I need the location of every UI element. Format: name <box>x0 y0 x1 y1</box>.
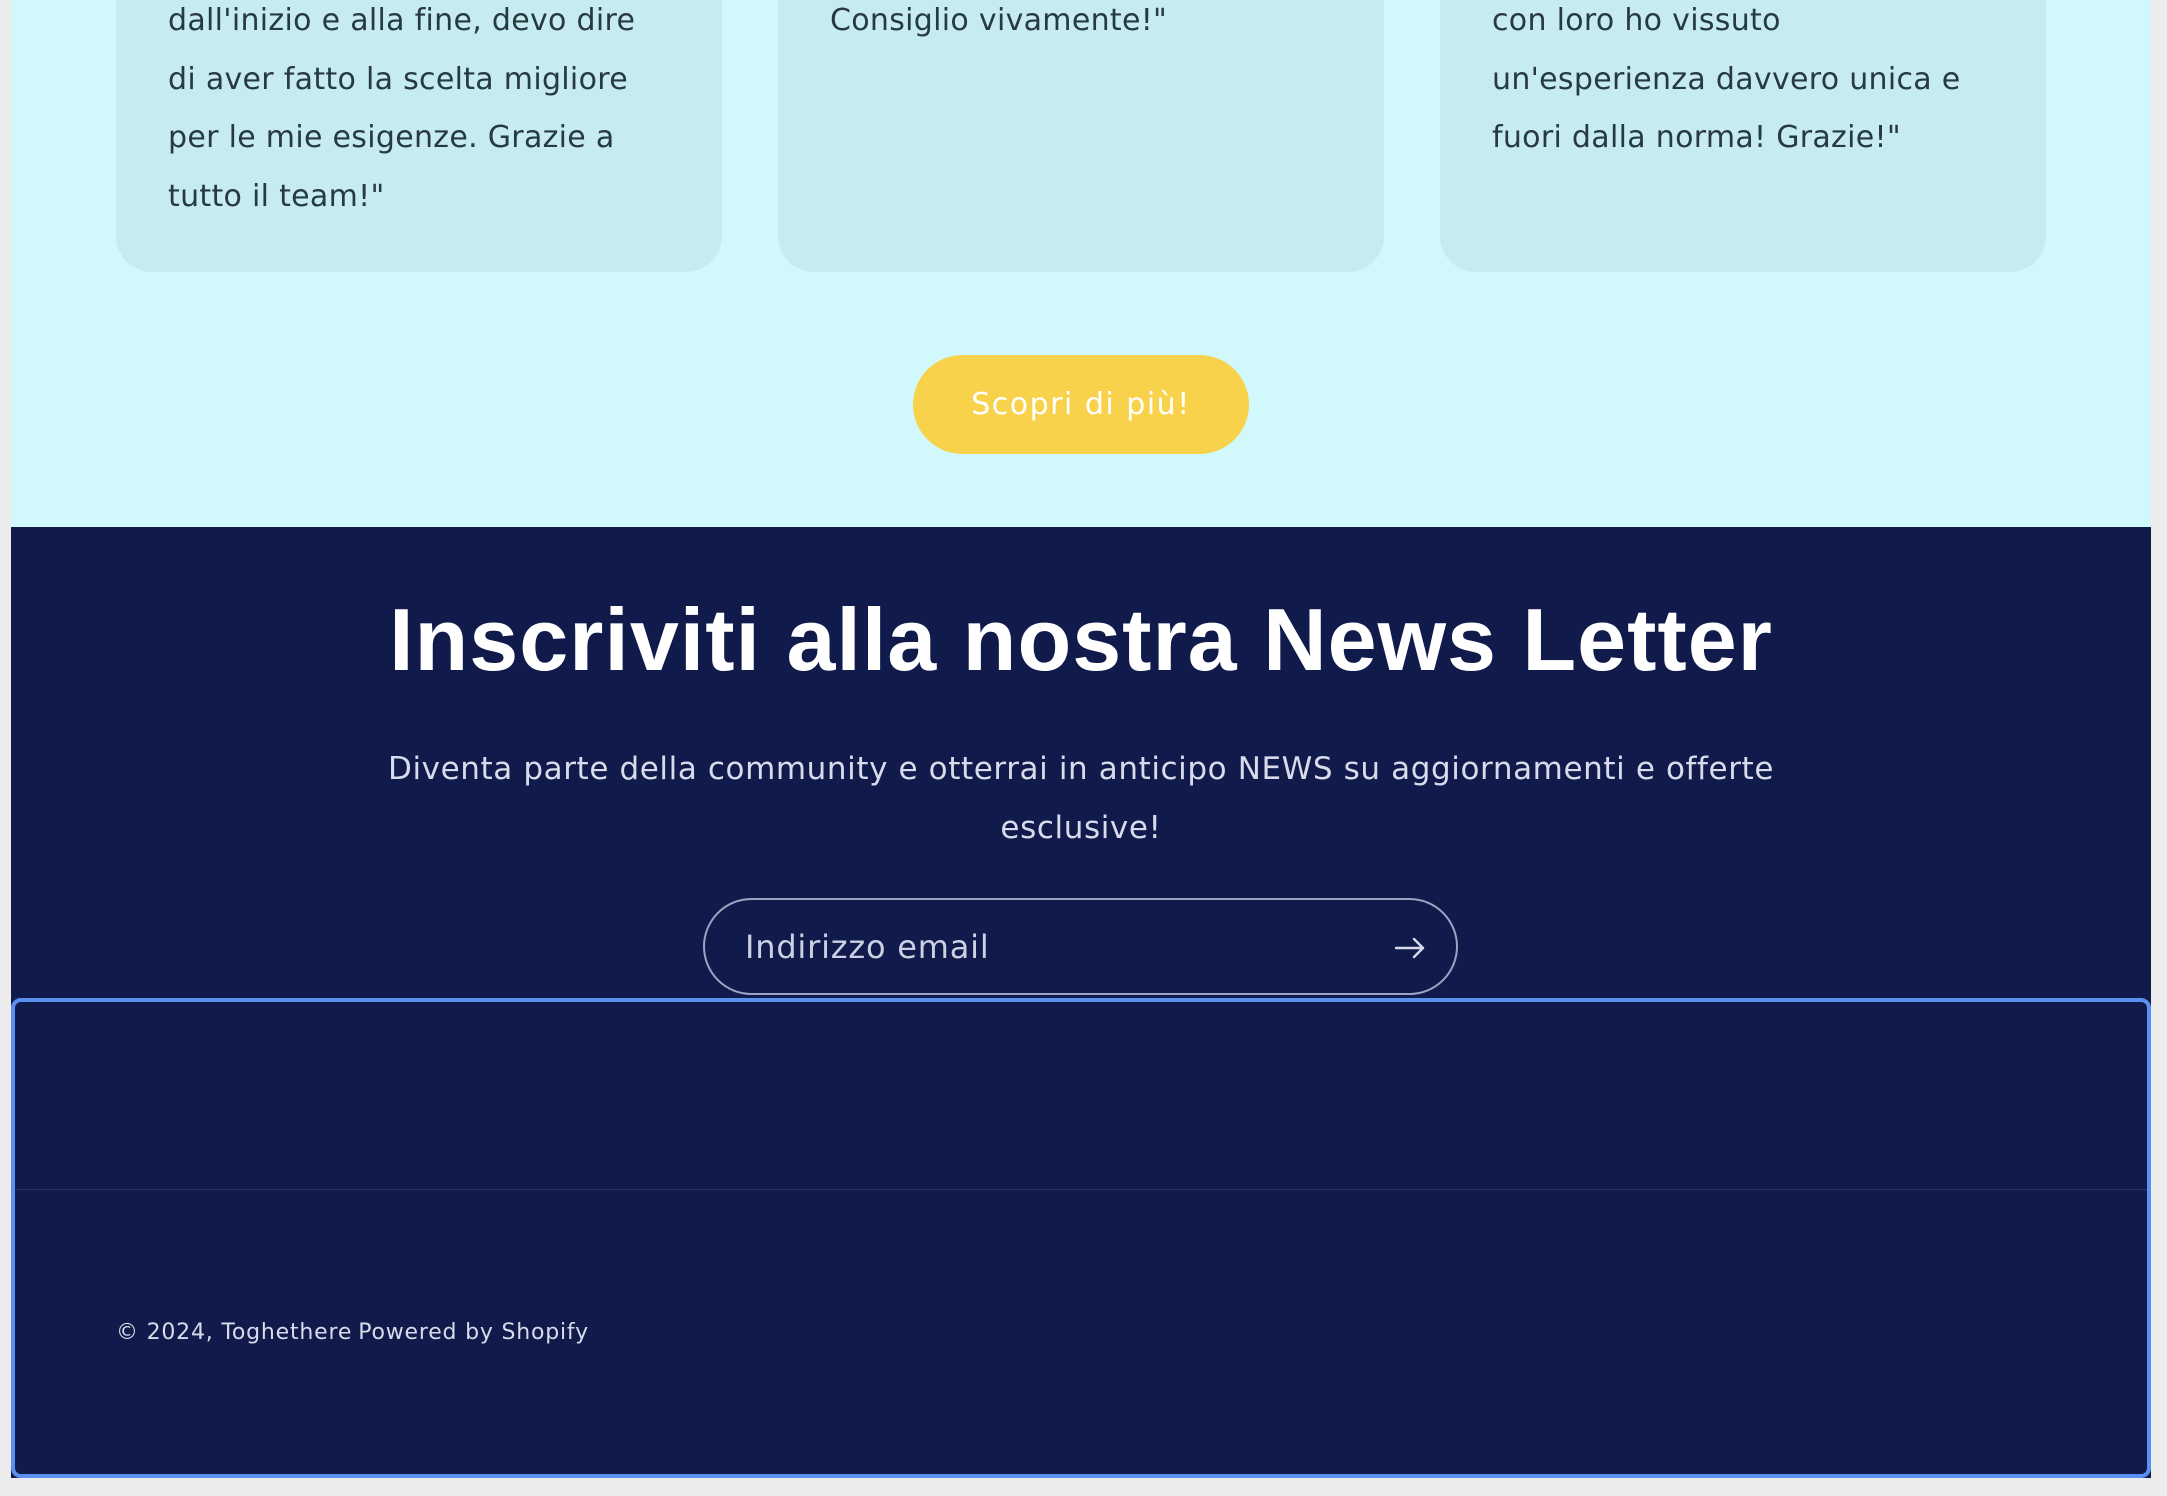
testimonial-text-line: Consiglio vivamente!" <box>830 3 1168 38</box>
testimonial-text-line: un'esperienza davvero unica e <box>1492 61 1961 97</box>
testimonial-text-line: fuori dalla norma! Grazie!" <box>1492 120 1901 155</box>
newsletter-form <box>703 898 1458 995</box>
footer: © 2024, Toghethere Powered by Shopify <box>11 998 2151 1478</box>
testimonials-section: dall'inizio e alla fine, devo dire di av… <box>11 0 2151 527</box>
copyright-text: © 2024, Toghethere Powered by Shopify <box>116 1320 595 1345</box>
testimonial-card: dall'inizio e alla fine, devo dire di av… <box>116 0 722 272</box>
arrow-right-icon[interactable] <box>1390 928 1430 968</box>
newsletter-title: Inscriviti alla nostra News Letter <box>389 590 1773 689</box>
testimonial-text-line: tutto il team!" <box>168 178 385 214</box>
discover-more-button[interactable]: Scopri di più! <box>913 355 1249 454</box>
footer-divider <box>15 1189 2147 1190</box>
testimonial-card: Consiglio vivamente!" <box>778 0 1384 272</box>
powered-by-shopify-link[interactable]: Powered by Shopify <box>358 1320 589 1345</box>
email-input[interactable] <box>745 900 1345 993</box>
testimonial-text-line: con loro ho vissuto <box>1492 3 1781 38</box>
testimonial-text-line: per le mie esigenze. Grazie a <box>168 120 615 155</box>
copyright-label: © 2024, Toghethere <box>116 1320 353 1345</box>
testimonial-text-line: dall'inizio e alla fine, devo dire <box>168 3 636 38</box>
newsletter-subtitle: Diventa parte della community e otterrai… <box>387 751 1774 846</box>
testimonial-card: con loro ho vissuto un'esperienza davver… <box>1440 0 2046 272</box>
page: dall'inizio e alla fine, devo dire di av… <box>11 0 2151 1478</box>
testimonial-text-line: di aver fatto la scelta migliore <box>168 61 628 97</box>
